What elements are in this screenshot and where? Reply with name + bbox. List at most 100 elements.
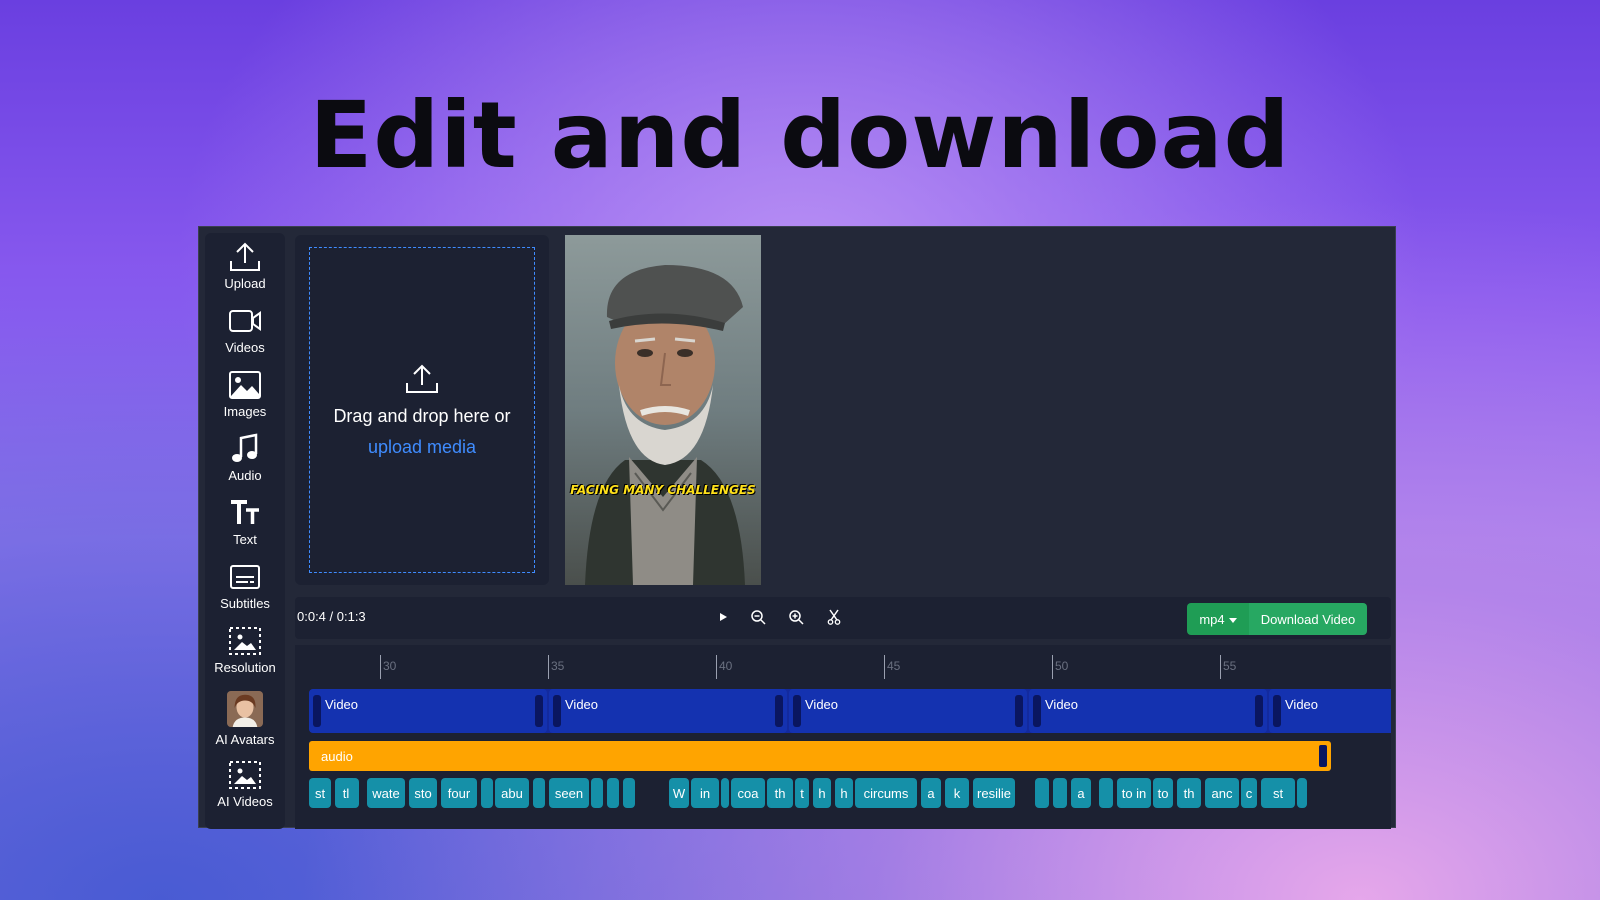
video-clip[interactable]: Video bbox=[789, 689, 1027, 733]
sidebar-item-ai-videos[interactable]: AI Videos bbox=[205, 759, 285, 821]
clip-trim-handle[interactable] bbox=[1273, 695, 1281, 727]
subtitle-chip[interactable]: t bbox=[795, 778, 809, 808]
cut-button[interactable] bbox=[824, 609, 844, 629]
sidebar-item-label: AI Videos bbox=[217, 794, 273, 809]
zoom-out-button[interactable] bbox=[748, 609, 768, 629]
subtitle-chip[interactable] bbox=[623, 778, 635, 808]
audio-track[interactable]: audio bbox=[309, 741, 1331, 771]
clip-trim-handle[interactable] bbox=[313, 695, 321, 727]
subtitle-chip[interactable]: abu bbox=[495, 778, 529, 808]
subtitle-chip[interactable]: h bbox=[813, 778, 831, 808]
sidebar-item-subtitles[interactable]: Subtitles bbox=[205, 561, 285, 623]
subtitle-chip[interactable]: circums bbox=[855, 778, 917, 808]
video-clip[interactable]: Video bbox=[549, 689, 787, 733]
media-dropzone[interactable]: Drag and drop here or upload media bbox=[309, 247, 535, 573]
subtitle-chip[interactable] bbox=[721, 778, 729, 808]
sidebar-item-images[interactable]: Images bbox=[205, 369, 285, 431]
subtitle-chip[interactable]: in bbox=[691, 778, 719, 808]
format-value: mp4 bbox=[1199, 611, 1225, 627]
subtitle-chip[interactable]: W bbox=[669, 778, 689, 808]
clip-label: Video bbox=[805, 697, 839, 712]
music-note-icon bbox=[227, 433, 263, 465]
play-icon bbox=[717, 610, 729, 628]
clip-trim-handle[interactable] bbox=[1255, 695, 1263, 727]
subtitle-chip[interactable]: to in bbox=[1117, 778, 1151, 808]
zoom-in-button[interactable] bbox=[786, 609, 806, 629]
text-icon bbox=[227, 497, 263, 529]
subtitle-chip[interactable] bbox=[607, 778, 619, 808]
subtitle-chip[interactable]: sto bbox=[409, 778, 437, 808]
clip-trim-handle[interactable] bbox=[775, 695, 783, 727]
clip-trim-handle[interactable] bbox=[535, 695, 543, 727]
ruler-tick bbox=[548, 655, 549, 679]
subtitle-chip[interactable]: c bbox=[1241, 778, 1257, 808]
subtitle-chip[interactable] bbox=[1297, 778, 1307, 808]
video-camera-icon bbox=[227, 305, 263, 337]
video-clip[interactable]: Video bbox=[309, 689, 547, 733]
video-clip[interactable]: Video bbox=[1269, 689, 1391, 733]
ai-video-icon bbox=[227, 759, 263, 791]
format-dropdown[interactable]: mp4 bbox=[1187, 603, 1249, 635]
ruler-tick bbox=[716, 655, 717, 679]
sidebar-item-audio[interactable]: Audio bbox=[205, 433, 285, 495]
subtitle-chip[interactable] bbox=[1099, 778, 1113, 808]
subtitle-chip[interactable]: to bbox=[1153, 778, 1173, 808]
clip-trim-handle[interactable] bbox=[553, 695, 561, 727]
upload-icon bbox=[227, 241, 263, 273]
sidebar-item-text[interactable]: Text bbox=[205, 497, 285, 559]
subtitle-chip[interactable]: seen bbox=[549, 778, 589, 808]
media-upload-panel: Drag and drop here or upload media bbox=[295, 235, 549, 585]
subtitle-chip[interactable]: a bbox=[921, 778, 941, 808]
clip-label: Video bbox=[565, 697, 599, 712]
audio-label: audio bbox=[321, 749, 353, 764]
subtitle-chip[interactable]: resilie bbox=[973, 778, 1015, 808]
upload-media-link[interactable]: upload media bbox=[368, 437, 476, 458]
ruler-label: 40 bbox=[719, 659, 733, 673]
video-preview[interactable]: FACING MANY CHALLENGES bbox=[565, 235, 761, 585]
timecode: 0:0:4 / 0:1:3 bbox=[297, 609, 366, 624]
subtitle-chip[interactable]: h bbox=[835, 778, 853, 808]
subtitle-chip[interactable] bbox=[351, 778, 359, 808]
clip-trim-handle[interactable] bbox=[1033, 695, 1041, 727]
subtitle-chip[interactable]: k bbox=[945, 778, 969, 808]
subtitle-chip[interactable]: four bbox=[441, 778, 477, 808]
timeline[interactable]: 30 35 40 45 50 55 Video Video Video Vide… bbox=[295, 645, 1391, 829]
subtitle-chip[interactable] bbox=[533, 778, 545, 808]
ruler-label: 45 bbox=[887, 659, 901, 673]
page-headline: Edit and download bbox=[309, 82, 1291, 189]
playback-toolbar: 0:0:4 / 0:1:3 mp4 Download Video bbox=[295, 597, 1391, 639]
subtitle-chip[interactable]: anc bbox=[1205, 778, 1239, 808]
ruler-label: 55 bbox=[1223, 659, 1237, 673]
clip-trim-handle[interactable] bbox=[1015, 695, 1023, 727]
preview-frame bbox=[565, 235, 761, 585]
subtitle-chip[interactable]: th bbox=[1177, 778, 1201, 808]
play-button[interactable] bbox=[713, 609, 733, 629]
sidebar-item-upload[interactable]: Upload bbox=[205, 241, 285, 303]
audio-trim-handle[interactable] bbox=[1319, 745, 1327, 767]
download-video-button[interactable]: Download Video bbox=[1249, 603, 1367, 635]
clip-trim-handle[interactable] bbox=[793, 695, 801, 727]
sidebar-item-label: Subtitles bbox=[220, 596, 270, 611]
resolution-icon bbox=[227, 625, 263, 657]
subtitle-chip[interactable]: th bbox=[767, 778, 793, 808]
subtitle-chip[interactable]: wate bbox=[367, 778, 405, 808]
subtitle-chip[interactable]: coa bbox=[731, 778, 765, 808]
sidebar-item-label: Audio bbox=[228, 468, 262, 483]
video-clip[interactable]: Video bbox=[1029, 689, 1267, 733]
subtitle-chip[interactable] bbox=[1035, 778, 1049, 808]
subtitle-chip[interactable]: st bbox=[1261, 778, 1295, 808]
sidebar-item-label: Upload bbox=[224, 276, 266, 291]
sidebar-item-ai-avatars[interactable]: AI Avatars bbox=[205, 689, 285, 759]
subtitle-chip[interactable]: st bbox=[309, 778, 331, 808]
subtitle-chip[interactable] bbox=[481, 778, 493, 808]
subtitle-chip[interactable] bbox=[591, 778, 603, 808]
subtitle-chip[interactable]: a bbox=[1071, 778, 1091, 808]
ruler-label: 50 bbox=[1055, 659, 1069, 673]
scissors-icon bbox=[827, 609, 841, 630]
subtitle-chip[interactable] bbox=[1053, 778, 1067, 808]
subtitles-icon bbox=[227, 561, 263, 593]
avatar-thumbnail bbox=[227, 689, 263, 729]
ruler-label: 35 bbox=[551, 659, 565, 673]
sidebar-item-videos[interactable]: Videos bbox=[205, 305, 285, 367]
sidebar-item-resolution[interactable]: Resolution bbox=[205, 625, 285, 687]
